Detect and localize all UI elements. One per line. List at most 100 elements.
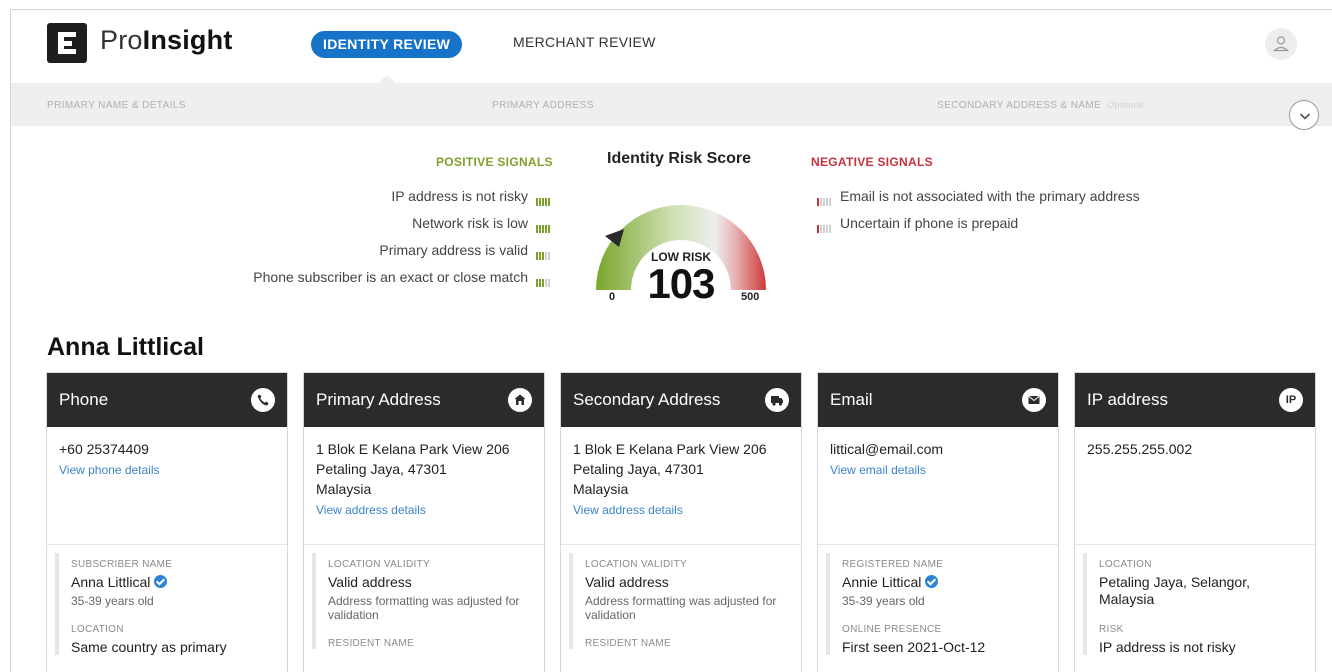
detail-label: REGISTERED NAME [842,559,944,570]
detail-section: LOCATION VALIDITY Valid address Address … [569,553,793,649]
step-primary-name[interactable]: PRIMARY NAME & DETAILS [47,100,186,111]
signal-row: Phone subscriber is an exact or close ma… [253,269,551,287]
ip-value: 255.255.255.002 [1087,441,1193,457]
phone-card: Phone +60 25374409 View phone details SU… [46,372,288,672]
card-header: Email [818,373,1058,427]
verified-icon [154,575,168,588]
expand-steps-button[interactable] [1289,100,1319,130]
signal-row: Network risk is low [412,215,551,233]
gauge-min-label: 0 [609,291,616,303]
house-icon [508,388,532,412]
negative-signals-list: Email is not associated with the primary… [817,188,1237,242]
address-line: 1 Blok E Kelana Park View 206 [573,441,767,457]
ip-address-card: IP address IP 255.255.255.002 LOCATION P… [1074,372,1316,672]
signal-row: Primary address is valid [379,242,551,260]
detail-label: LOCATION [71,624,124,635]
risk-score-title: Identity Risk Score [607,150,752,167]
detail-value: Annie Littical [842,574,1050,590]
card-summary: 255.255.255.002 [1075,427,1315,545]
phone-number: +60 25374409 [59,441,149,457]
address-line: Malaysia [316,481,372,497]
detail-label: ONLINE PRESENCE [842,624,942,635]
signal-strength-bars [536,246,551,260]
positive-signals-title: POSITIVE SIGNALS [436,155,553,169]
address-line: 1 Blok E Kelana Park View 206 [316,441,510,457]
signal-strength-bars [536,219,551,233]
tab-merchant-review[interactable]: MERCHANT REVIEW [513,34,656,50]
card-title: Primary Address [316,390,441,409]
address-line: Malaysia [573,481,629,497]
card-summary: +60 25374409 View phone details [47,427,287,545]
positive-signals-list: IP address is not risky Network risk is … [161,188,551,298]
optional-tag: Optional [1107,100,1145,110]
tab-identity-review[interactable]: IDENTITY REVIEW [311,31,463,58]
phone-icon [251,388,275,412]
secondary-address-card: Secondary Address 1 Blok E Kelana Park V… [560,372,802,672]
email-card: Email littical@email.com View email deta… [817,372,1059,672]
signal-label: Phone subscriber is an exact or close ma… [253,269,528,285]
detail-label: LOCATION [1099,559,1152,570]
user-avatar[interactable] [1265,28,1297,60]
card-summary: 1 Blok E Kelana Park View 206 Petaling J… [561,427,801,545]
gauge-max-label: 500 [741,291,760,303]
detail-label: RESIDENT NAME [585,638,671,649]
detail-label: SUBSCRIBER NAME [71,559,173,570]
risk-score-value: 103 [647,260,715,307]
card-header: Secondary Address [561,373,801,427]
detail-label: LOCATION VALIDITY [328,559,430,570]
detail-label: RESIDENT NAME [328,638,414,649]
detail-value: Valid address [328,574,412,590]
user-icon [1272,36,1290,52]
ip-icon: IP [1279,388,1303,412]
detail-value: Valid address [585,574,669,590]
chevron-down-icon [1299,113,1311,120]
card-header: IP address IP [1075,373,1315,427]
signal-label: Email is not associated with the primary… [840,188,1140,204]
card-summary: littical@email.com View email details [818,427,1058,545]
detail-value: Same country as primary [71,639,227,655]
signal-label: Network risk is low [412,215,528,231]
signal-strength-bars [536,192,551,206]
address-line: Petaling Jaya, 47301 [316,461,447,477]
view-address-details-link[interactable]: View address details [573,503,789,517]
view-address-details-link[interactable]: View address details [316,503,532,517]
card-header: Primary Address [304,373,544,427]
address-line: Petaling Jaya, 47301 [573,461,704,477]
signal-label: Uncertain if phone is prepaid [840,215,1019,231]
active-step-notch [377,75,397,84]
step-primary-address[interactable]: PRIMARY ADDRESS [492,100,594,111]
detail-subtext: Address formatting was adjusted for vali… [328,594,520,622]
card-summary: 1 Blok E Kelana Park View 206 Petaling J… [304,427,544,545]
truck-icon [765,388,789,412]
detail-value: First seen 2021-Oct-12 [842,639,986,655]
progress-steps: PRIMARY NAME & DETAILS PRIMARY ADDRESS S… [11,75,1332,126]
detail-subtext: Address formatting was adjusted for vali… [585,594,777,622]
card-title: Phone [59,390,109,409]
signal-row: Uncertain if phone is prepaid [817,215,1237,242]
app-frame: ProInsight IDENTITY REVIEW MERCHANT REVI… [10,9,1332,672]
envelope-icon [1022,388,1046,412]
detail-section: SUBSCRIBER NAME Anna Littlical 35-39 yea… [55,553,279,655]
primary-address-card: Primary Address 1 Blok E Kelana Park Vie… [303,372,545,672]
email-address: littical@email.com [830,441,944,457]
view-phone-details-link[interactable]: View phone details [59,463,275,477]
card-title: Email [830,390,873,409]
verified-icon [925,575,939,588]
signal-strength-bars [536,273,551,287]
signal-strength-bars [817,192,832,206]
card-title: IP address [1087,390,1168,409]
person-name: Anna Littlical [47,333,204,361]
signal-strength-bars [817,219,832,233]
view-email-details-link[interactable]: View email details [830,463,1046,477]
detail-section: REGISTERED NAME Annie Littical 35-39 yea… [826,553,1050,655]
detail-value: IP address is not risky [1099,639,1236,655]
detail-section: LOCATION Petaling Jaya, Selangor, Malays… [1083,553,1307,655]
detail-label: RISK [1099,624,1124,635]
step-secondary-address[interactable]: SECONDARY ADDRESS & NAME Optional [937,100,1144,111]
signal-row: Email is not associated with the primary… [817,188,1237,215]
detail-section: LOCATION VALIDITY Valid address Address … [312,553,536,649]
signal-label: IP address is not risky [391,188,528,204]
card-header: Phone [47,373,287,427]
card-title: Secondary Address [573,390,721,409]
detail-subtext: 35-39 years old [842,594,925,608]
